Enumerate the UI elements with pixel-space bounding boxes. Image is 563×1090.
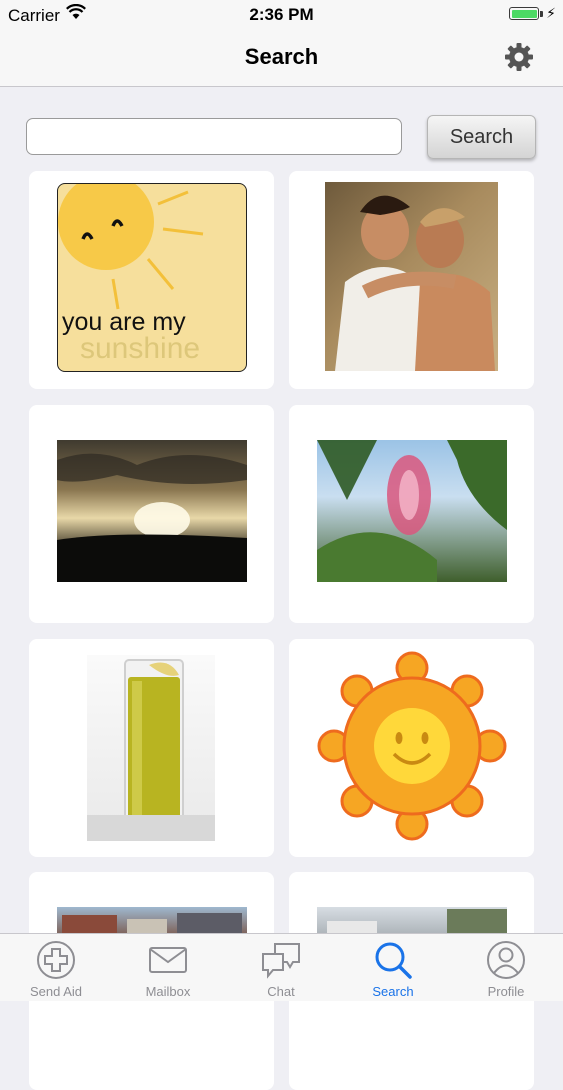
flower-tree-photo [317,440,507,582]
tab-search[interactable]: Search [337,934,449,1001]
couple-photo [325,182,498,371]
gear-icon[interactable] [503,41,535,73]
tab-label: Chat [267,984,295,999]
result-card[interactable] [289,639,534,857]
navigation-bar: Search [0,30,563,87]
magnifier-icon [375,942,412,979]
tab-label: Send Aid [29,984,83,999]
clock: 2:36 PM [249,5,314,24]
result-card[interactable]: you are my sunshine [29,171,274,389]
smiling-sun-image [317,651,507,841]
status-bar: Carrier 2:36 PM ⚡ [0,0,563,30]
result-card[interactable] [29,405,274,623]
tab-mailbox[interactable]: Mailbox [112,934,224,1001]
page-title: Search [244,44,319,69]
result-card[interactable] [29,639,274,857]
tab-bar: Send Aid Mailbox Chat Search Profile [0,933,563,1001]
person-circle-icon [487,941,525,979]
tab-label: Search [372,984,414,999]
tab-chat[interactable]: Chat [225,934,337,1001]
chat-bubbles-icon [262,943,300,979]
tab-send-aid[interactable]: Send Aid [0,934,112,1001]
envelope-icon [149,947,187,973]
result-card[interactable] [289,171,534,389]
battery-tip [540,11,543,17]
charging-icon: ⚡ [546,5,556,21]
caption-line-2: sunshine [80,332,201,365]
search-input[interactable] [26,118,402,155]
sunshine-image: you are my sunshine [57,183,247,372]
result-card[interactable] [289,405,534,623]
juice-glass-photo [87,655,215,841]
search-button[interactable]: Search [427,115,536,159]
tab-label: Profile [487,984,525,999]
sunset-photo [57,440,247,582]
battery-icon [509,7,539,20]
tab-profile[interactable]: Profile [450,934,562,1001]
tab-label: Mailbox [145,984,191,999]
plus-circle-icon [37,941,75,979]
